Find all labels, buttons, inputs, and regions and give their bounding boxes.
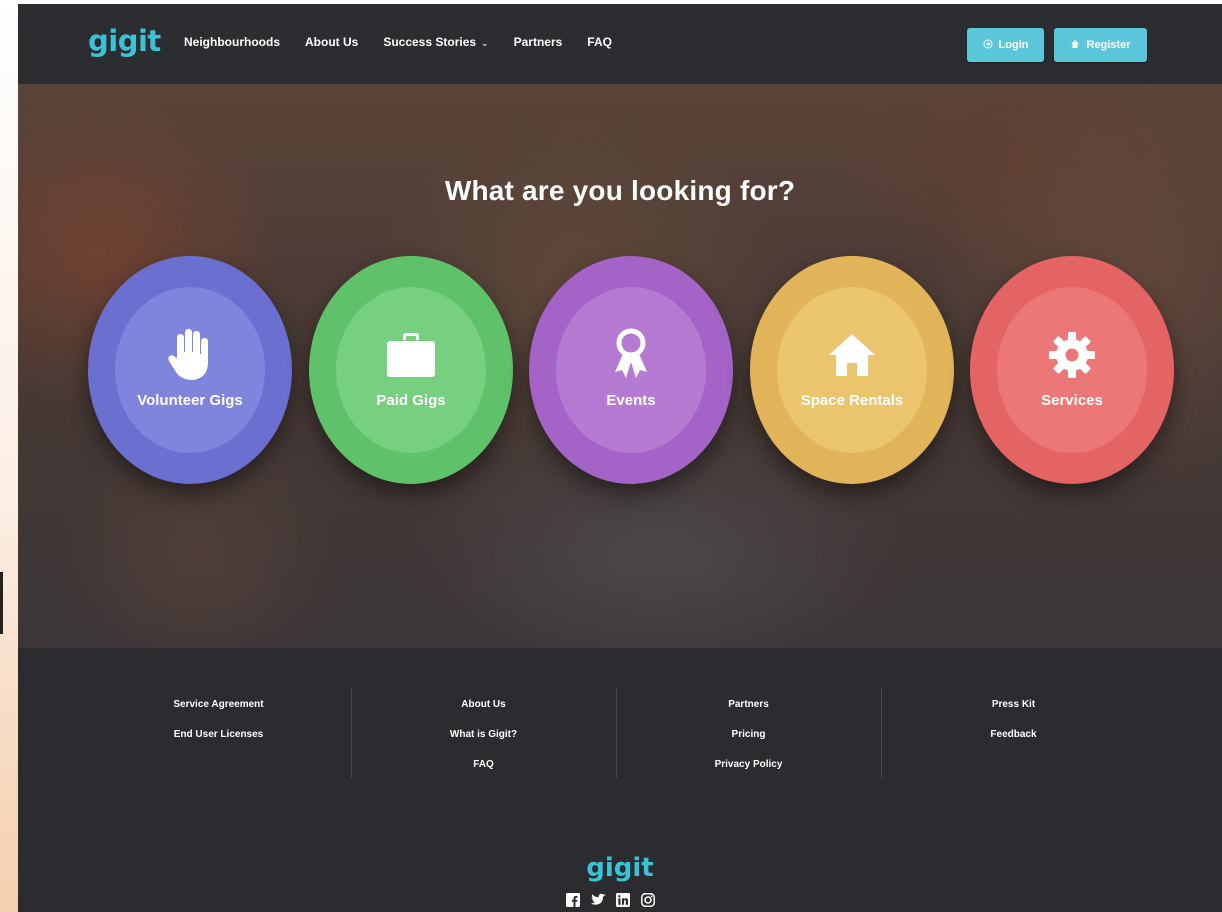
category-inner: Paid Gigs [336,287,486,453]
left-edge-strip [0,0,18,912]
nav-links: Neighbourhoods About Us Success Stories ⌄… [184,35,637,49]
logo[interactable]: gigit [88,24,161,58]
register-button[interactable]: Register [1054,28,1147,62]
category-paid-gigs[interactable]: Paid Gigs [309,256,513,484]
category-inner: Volunteer Gigs [115,287,265,453]
footer-column-partners: Partners Pricing Privacy Policy [616,690,881,780]
category-label: Services [1041,391,1103,409]
category-space-rentals[interactable]: Space Rentals [750,256,954,484]
category-label: Space Rentals [800,391,904,409]
nav-link-faq[interactable]: FAQ [587,35,612,49]
category-volunteer-gigs[interactable]: Volunteer Gigs [88,256,292,484]
left-edge-tick [0,572,3,634]
linkedin-icon[interactable] [615,892,631,908]
login-icon [983,39,993,52]
home-icon [825,328,879,382]
footer: Service Agreement End User Licenses Abou… [18,648,1222,912]
category-label: Events [606,391,656,409]
category-inner: Services [997,287,1147,453]
gear-icon [1045,328,1099,382]
category-label: Paid Gigs [376,391,446,409]
facebook-icon[interactable] [565,892,581,908]
hand-icon [163,328,217,382]
category-inner: Events [556,287,706,453]
category-inner: Space Rentals [777,287,927,453]
footer-link-pricing[interactable]: Pricing [616,720,881,750]
category-services[interactable]: Services [970,256,1174,484]
page-frame: gigit Neighbourhoods About Us Success St… [18,4,1222,912]
social-links [565,892,656,908]
nav-link-success-stories[interactable]: Success Stories ⌄ [383,35,488,49]
nav-link-about-us[interactable]: About Us [305,35,358,49]
footer-link-press-kit[interactable]: Press Kit [881,690,1146,720]
top-navbar: gigit Neighbourhoods About Us Success St… [18,4,1222,84]
footer-link-feedback[interactable]: Feedback [881,720,1146,750]
footer-link-what-is-gigit[interactable]: What is Gigit? [351,720,616,750]
register-label: Register [1086,39,1131,51]
nav-link-neighbourhoods[interactable]: Neighbourhoods [184,35,280,49]
footer-link-service-agreement[interactable]: Service Agreement [86,690,351,720]
footer-column-legal: Service Agreement End User Licenses [86,690,351,750]
footer-logo[interactable]: gigit [18,853,1222,883]
home-icon [1070,39,1080,52]
footer-link-partners[interactable]: Partners [616,690,881,720]
footer-column-press: Press Kit Feedback [881,690,1146,750]
chevron-down-icon: ⌄ [481,38,489,48]
nav-link-partners[interactable]: Partners [514,35,563,49]
hero-section: What are you looking for? Volunteer Gigs [18,84,1222,648]
footer-link-about-us[interactable]: About Us [351,690,616,720]
twitter-icon[interactable] [590,892,606,908]
category-events[interactable]: Events [529,256,733,484]
award-ribbon-icon [604,328,658,382]
login-button[interactable]: Login [967,28,1044,62]
login-label: Login [998,39,1029,51]
category-label: Volunteer Gigs [137,391,243,409]
footer-column-about: About Us What is Gigit? FAQ [351,690,616,780]
footer-link-privacy-policy[interactable]: Privacy Policy [616,750,881,780]
instagram-icon[interactable] [640,892,656,908]
hero-title: What are you looking for? [444,175,796,206]
footer-link-faq[interactable]: FAQ [351,750,616,780]
briefcase-icon [384,328,438,382]
nav-link-success-stories-label: Success Stories [383,35,477,49]
footer-link-end-user-licenses[interactable]: End User Licenses [86,720,351,750]
